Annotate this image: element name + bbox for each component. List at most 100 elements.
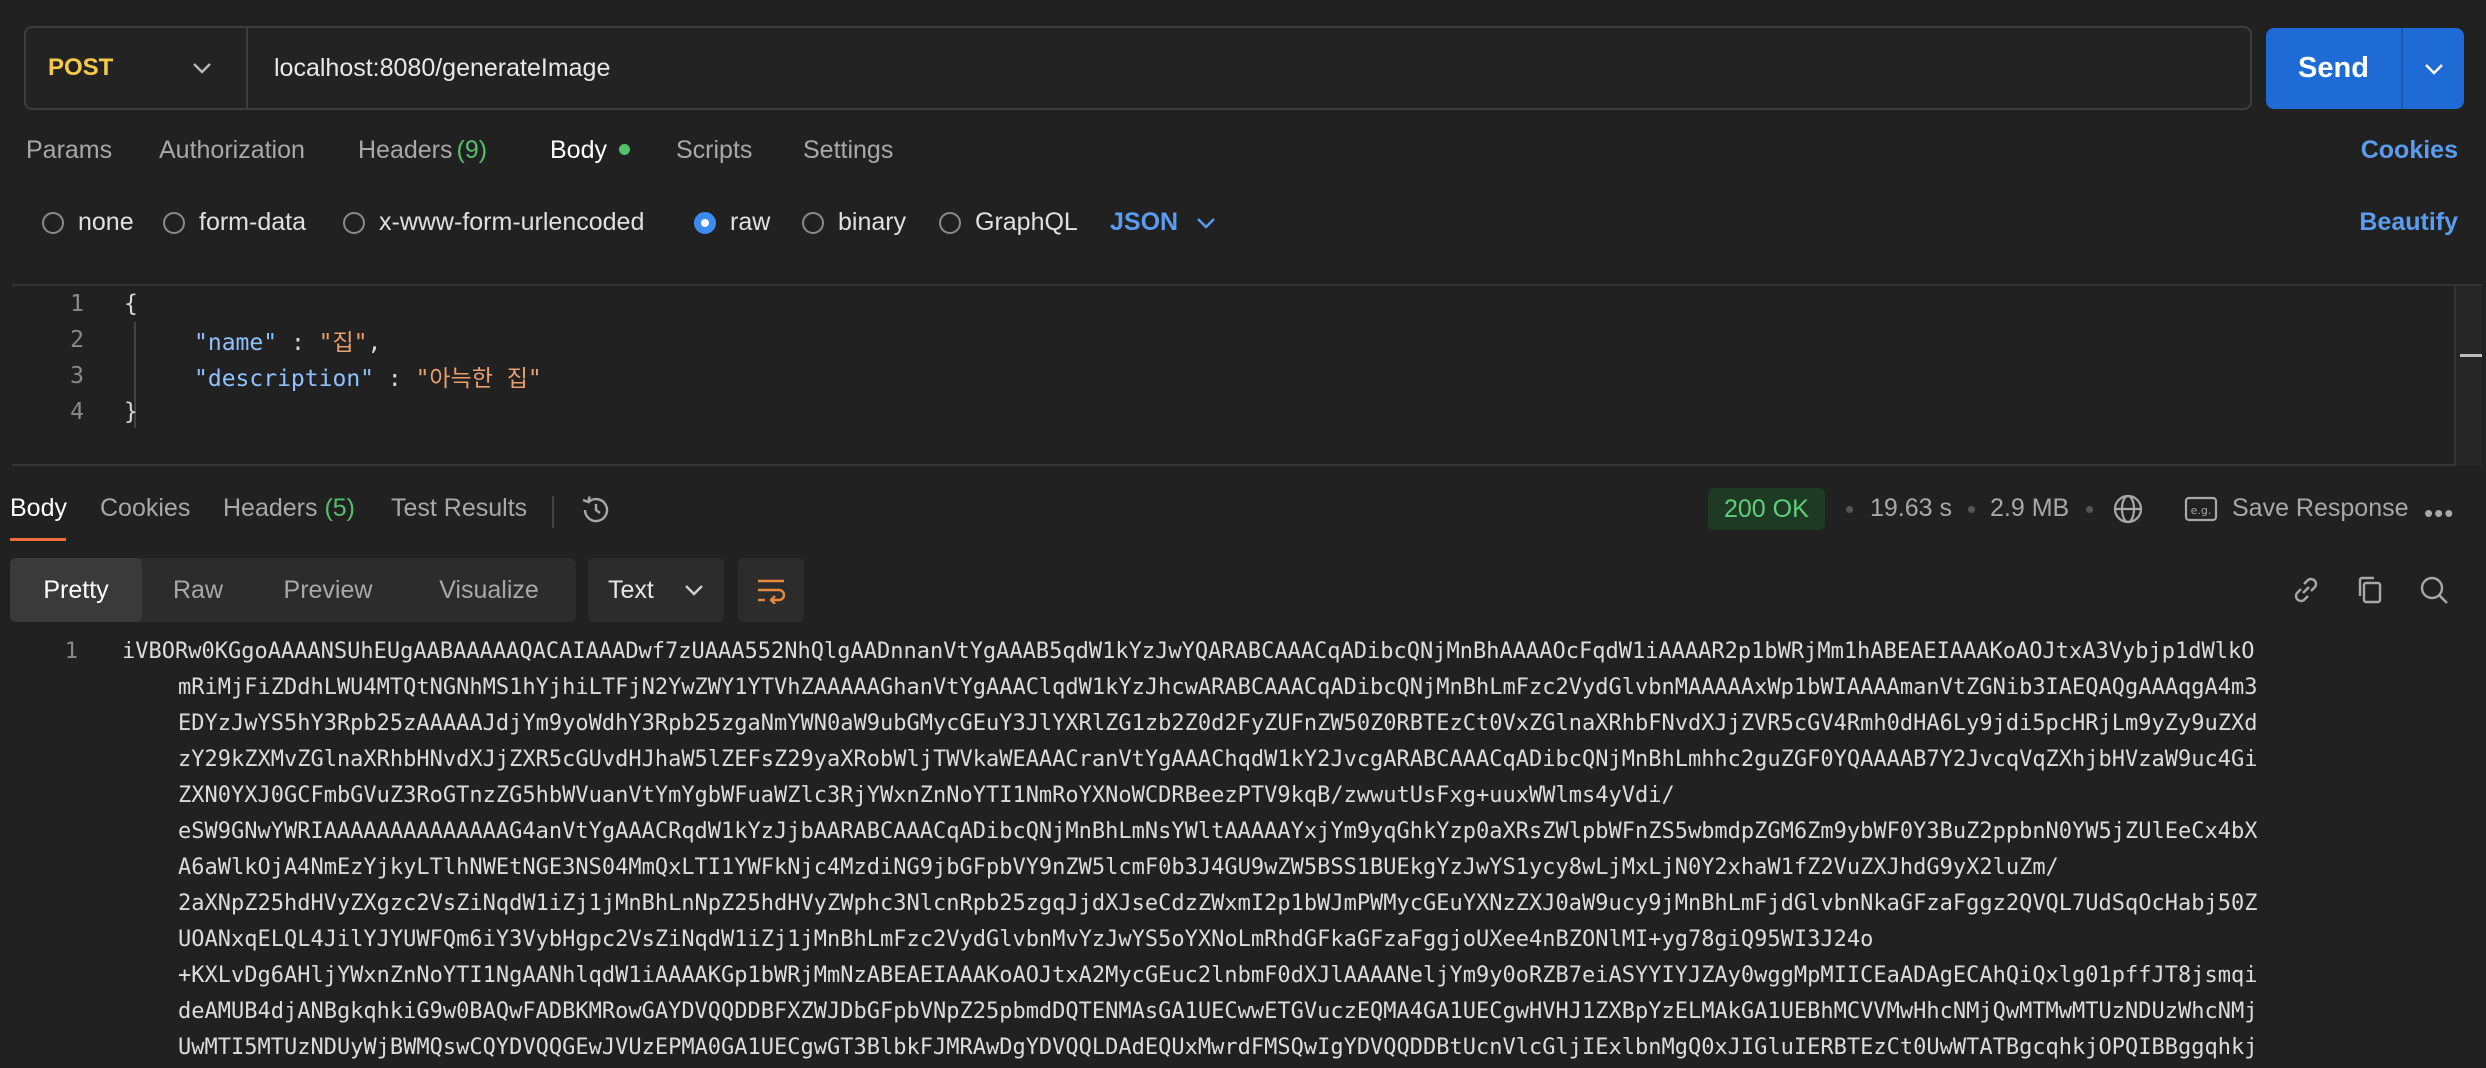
view-visualize-button[interactable]: Visualize xyxy=(402,558,576,622)
response-body-viewer[interactable]: 1 iVBORw0KGgoAAAANSUhEUgAABAAAAAQACAIAAA… xyxy=(0,634,2486,1068)
history-icon[interactable] xyxy=(578,492,614,528)
link-icon[interactable] xyxy=(2288,572,2324,608)
wrap-lines-button[interactable] xyxy=(738,558,804,622)
search-icon[interactable] xyxy=(2416,572,2452,608)
method-dropdown[interactable]: POST xyxy=(26,28,248,108)
json-key: "description" xyxy=(194,366,375,392)
code-line: 3 "description" : "아늑한 집" xyxy=(12,358,2482,394)
json-value: "아늑한 집" xyxy=(415,366,542,392)
line-number: 1 xyxy=(64,639,78,664)
code-close-brace: } xyxy=(124,399,138,425)
view-raw-button[interactable]: Raw xyxy=(142,558,254,622)
radio-form-data[interactable]: form-data xyxy=(163,208,306,237)
radio-graphql[interactable]: GraphQL xyxy=(939,208,1078,237)
response-text-row: mRiMjFiZDdhLWU4MTQtNGNhMS1hYjhiLTFjN2YwZ… xyxy=(178,675,2258,700)
tab-headers-label: Headers xyxy=(358,136,453,164)
response-tab-test-results[interactable]: Test Results xyxy=(391,494,527,523)
beautify-button[interactable]: Beautify xyxy=(2359,208,2458,237)
tab-headers-count: (9) xyxy=(456,136,488,164)
response-text-row: +KXLvDg6AHljYWxnZnNoYTI1NgAANhlqdW1iAAAA… xyxy=(178,963,2258,988)
tab-scripts[interactable]: Scripts xyxy=(676,136,752,165)
language-label: JSON xyxy=(1110,208,1179,236)
language-dropdown[interactable]: JSON xyxy=(1110,208,1216,237)
code-line: 1 { xyxy=(12,286,2482,322)
tab-body-label: Body xyxy=(550,136,607,164)
divider xyxy=(552,496,554,528)
code-line: 4 } xyxy=(12,394,2482,430)
line-number: 2 xyxy=(70,327,84,353)
tab-headers[interactable]: Headers (9) xyxy=(358,136,487,165)
more-options-icon[interactable]: ••• xyxy=(2424,498,2454,529)
save-response-button[interactable]: e.g. Save Response xyxy=(2184,494,2409,523)
response-text-row: A6aWlkOjA4NmEzYjkyLTlhNWEtNGE3NS04MmQxLT… xyxy=(178,855,2059,880)
radio-circle-icon xyxy=(343,211,365,234)
radio-none[interactable]: none xyxy=(42,208,134,237)
send-button[interactable]: Send xyxy=(2266,28,2401,109)
save-example-icon: e.g. xyxy=(2184,496,2218,521)
url-input[interactable]: localhost:8080/generateImage xyxy=(248,54,610,83)
copy-icon[interactable] xyxy=(2352,572,2388,608)
radio-raw[interactable]: raw xyxy=(694,208,770,237)
radio-urlencoded-label: x-www-form-urlencoded xyxy=(379,208,645,236)
radio-binary[interactable]: binary xyxy=(802,208,906,237)
response-tab-cookies[interactable]: Cookies xyxy=(100,494,190,523)
response-text-row: EDYzJwYS5hY3Rpb25zAAAAAJdjYm9yoWdhY3Rpb2… xyxy=(178,711,2258,736)
response-text-row: zY29kZXMvZGlnaXRhbHNvdXJjZXR5cGUvdHJhaW5… xyxy=(178,747,2258,772)
radio-urlencoded[interactable]: x-www-form-urlencoded xyxy=(343,208,644,237)
request-tabs: Params Authorization Headers (9) Body Sc… xyxy=(0,136,2486,176)
response-tab-headers[interactable]: Headers (5) xyxy=(223,494,355,523)
tab-authorization[interactable]: Authorization xyxy=(159,136,305,165)
radio-form-data-label: form-data xyxy=(199,208,306,236)
json-value: "집" xyxy=(318,330,368,356)
view-pretty-button[interactable]: Pretty xyxy=(10,558,142,622)
line-number: 1 xyxy=(70,291,84,317)
view-preview-button[interactable]: Preview xyxy=(254,558,402,622)
chevron-down-icon xyxy=(193,63,211,74)
code-name-entry: "name" : "집", xyxy=(194,323,381,357)
view-mode-selector: Pretty Raw Preview Visualize xyxy=(10,558,576,622)
radio-raw-label: raw xyxy=(730,208,771,236)
response-tabs: Body Cookies Headers (5) Test Results 20… xyxy=(0,488,2486,542)
modified-dot-icon xyxy=(618,144,630,155)
cookies-link[interactable]: Cookies xyxy=(2361,136,2458,165)
response-tab-headers-label: Headers xyxy=(223,494,318,522)
svg-text:e.g.: e.g. xyxy=(2191,504,2212,517)
api-client-window: POST localhost:8080/generateImage Send P… xyxy=(0,0,2486,1068)
wrap-lines-icon xyxy=(758,579,786,604)
json-key: "name" xyxy=(194,330,278,356)
code-description-entry: "description" : "아늑한 집" xyxy=(194,359,542,393)
tab-params[interactable]: Params xyxy=(26,136,112,165)
line-number: 4 xyxy=(70,399,84,425)
json-comma: , xyxy=(367,330,382,356)
response-text-row: UwMTI5MTUzNDUyWjBWMQswCQYDVQQGEwJVUzEPMA… xyxy=(178,1035,2258,1060)
line-number: 3 xyxy=(70,363,84,389)
dot-separator xyxy=(2086,506,2093,513)
editor-minimap-scrollbar[interactable] xyxy=(2454,286,2482,466)
method-label: POST xyxy=(48,54,114,81)
radio-binary-label: binary xyxy=(838,208,907,236)
radio-none-label: none xyxy=(78,208,134,236)
tab-settings[interactable]: Settings xyxy=(803,136,893,165)
request-url-bar: POST localhost:8080/generateImage xyxy=(24,26,2252,110)
chevron-down-icon xyxy=(2424,63,2443,75)
chevron-down-icon xyxy=(685,585,703,596)
request-body-editor[interactable]: 1 { 2 "name" : "집", 3 "description" : "아… xyxy=(12,284,2482,466)
active-tab-underline xyxy=(10,538,66,541)
radio-circle-icon xyxy=(939,211,961,234)
response-tab-body[interactable]: Body xyxy=(10,494,67,523)
radio-circle-icon xyxy=(42,211,64,234)
tab-body[interactable]: Body xyxy=(550,136,630,165)
json-colon: : xyxy=(374,366,416,392)
format-dropdown[interactable]: Text xyxy=(588,558,724,622)
dot-separator xyxy=(1968,506,1975,513)
radio-checked-icon xyxy=(694,211,716,234)
response-text: iVBORw0KGgoAAAANSUhEUgAABAAAAAQACAIAAADw… xyxy=(122,634,2462,1066)
response-text-row: deAMUB4djANBgkqhkiG9w0BAQwFADBKMRowGAYDV… xyxy=(178,999,2258,1024)
response-text-row: UOANxqELQL4JilYJYUWFQm6iY3VybHgpc2VsZiNq… xyxy=(178,927,1874,952)
response-text-row: 2aXNpZ25hdHVyZXgzc2VsZiNqdW1iZj1jMnBhLnN… xyxy=(178,891,2258,916)
body-type-options: none form-data x-www-form-urlencoded raw… xyxy=(0,208,2486,248)
format-label: Text xyxy=(608,575,654,604)
globe-icon[interactable] xyxy=(2110,491,2146,527)
dot-separator xyxy=(1846,506,1853,513)
send-options-dropdown[interactable] xyxy=(2401,28,2464,109)
